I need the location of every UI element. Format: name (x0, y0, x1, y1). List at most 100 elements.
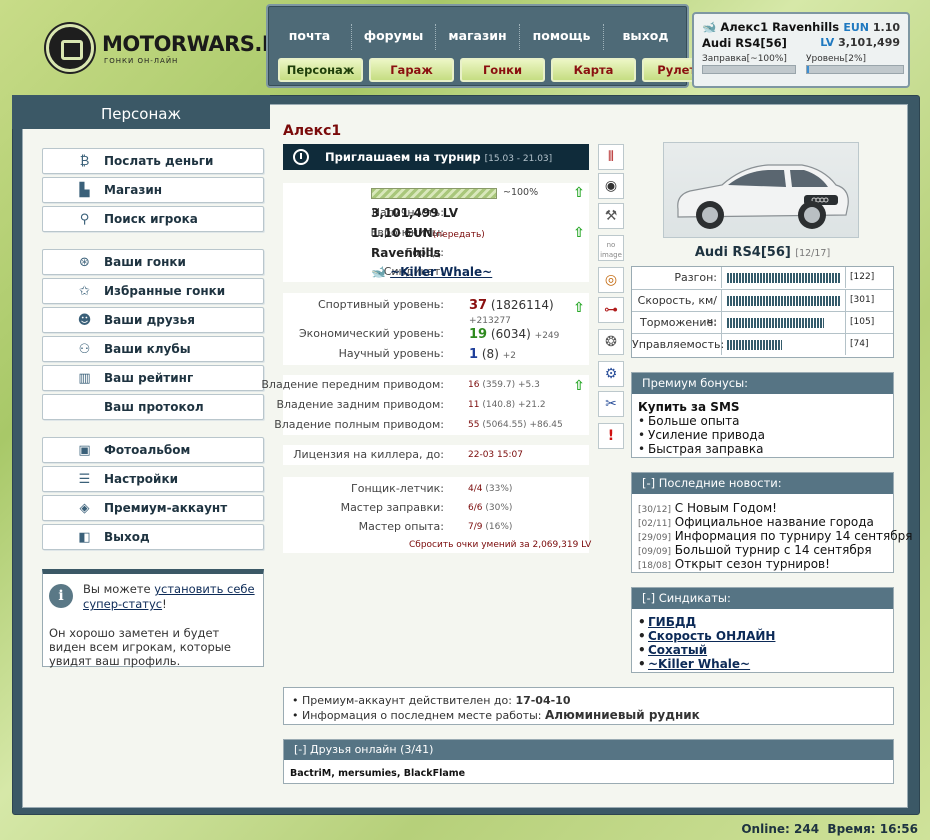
fuel-value: ~100% (503, 187, 539, 198)
syndicate-link[interactable]: Скорость ОНЛАЙН (648, 629, 775, 643)
level-progress-bar (806, 65, 904, 74)
menu-item[interactable]: ⚇ Ваши клубы (42, 336, 264, 362)
tab-character[interactable]: Персонаж (278, 58, 363, 82)
drive-front-label: Владение передним приводом: (261, 378, 444, 391)
menu-item-label: Ваш протокол (104, 400, 204, 414)
search-icon: ⚲ (79, 212, 90, 227)
skill-pilot-label: Гонщик-летчик: (351, 482, 444, 495)
drive-awd-label: Владение полным приводом: (274, 418, 444, 431)
syndicate-link[interactable]: ~Killer Whale~ (648, 657, 750, 671)
drive-front-plus: +5.3 (518, 380, 540, 390)
basic-info-block: Заправка: ~100% ⇧ Наличность: 3,101,499 … (283, 183, 589, 282)
sci-level-label: Научный уровень: (338, 347, 444, 360)
param-value: [301] (845, 290, 889, 311)
site-logo[interactable]: MOTORWARS.RU ГОНКИ ОН-ЛАЙН (46, 24, 295, 74)
menu-item[interactable]: ✩ Избранные гонки (42, 278, 264, 304)
skill-exp-value: 7/9 (468, 522, 483, 532)
param-row-handling: Управляемость: [74] (632, 333, 893, 355)
clock-icon (293, 149, 309, 165)
tab-races[interactable]: Гонки (460, 58, 545, 82)
settings-icon: ☰ (78, 472, 91, 487)
friends-online-title[interactable]: [-] Друзья онлайн (3/41) (284, 740, 893, 760)
top-navigation: почта форумы магазин помощь выход Персон… (266, 4, 727, 88)
menu-item[interactable]: ☰ Настройки (42, 466, 264, 492)
syndicate-link[interactable]: Сохатый (648, 643, 707, 657)
logo-emblem-icon (46, 24, 94, 72)
tab-map[interactable]: Карта (551, 58, 636, 82)
reset-skills-link[interactable]: Сбросить очки умений за 2,069,319 LV (409, 535, 591, 555)
online-label: Online: (741, 822, 790, 836)
menu-item[interactable]: ⚲ Поиск игрока (42, 206, 264, 232)
no-image-icon[interactable]: no image (598, 235, 624, 261)
news-text: Большой турнир с 14 сентября (674, 543, 872, 557)
menu-item-label: Выход (104, 530, 150, 544)
turbo-icon[interactable]: ❂ (598, 329, 624, 355)
news-title[interactable]: [-] Последние новости: (632, 473, 893, 494)
buy-sms-link[interactable]: Купить за SMS (638, 400, 740, 414)
super-status-info-box: i Вы можете установить себе супер-статус… (42, 569, 264, 668)
premium-bonus-title: Премиум бонусы: (632, 373, 893, 394)
car-name[interactable]: Audi RS4[56] (695, 245, 791, 260)
exhaust-icon[interactable]: ⊶ (598, 297, 624, 323)
exit-icon: ◧ (78, 530, 91, 545)
menu-item[interactable]: ▥ Ваш рейтинг (42, 365, 264, 391)
gearbox-icon[interactable]: ⚙ (598, 361, 624, 387)
drive-front-level: 16 (468, 380, 480, 390)
menu-item-label: Ваши клубы (104, 342, 191, 356)
menu-item[interactable]: ⊛ Ваши гонки (42, 249, 264, 275)
time-value: 16:56 (879, 822, 918, 836)
refuel-up-arrow-icon[interactable]: ⇧ (572, 186, 586, 200)
user-car[interactable]: Audi RS4[56] (702, 36, 787, 50)
fuel-bar-large (371, 188, 497, 199)
menu-item[interactable]: ▣ Фотоальбом (42, 437, 264, 463)
license-block: Лицензия на киллера, до: 22-03 15:07 (283, 445, 589, 465)
buy-euro-up-arrow-icon[interactable]: ⇧ (572, 226, 586, 240)
car-image[interactable] (663, 142, 859, 238)
wrench-icon[interactable]: ⚒ (598, 203, 624, 229)
tournament-banner[interactable]: Приглашаем на турнир [15.03 - 21.03] (283, 144, 589, 170)
nav-link-help[interactable]: помощь (519, 24, 603, 50)
footer-status: Online: 244 Время: 16:56 (741, 822, 918, 836)
sci-level-exp: (8) (481, 347, 499, 361)
param-value: [122] (845, 267, 889, 288)
news-item[interactable]: [18/08] Открыт сезон турниров! (638, 557, 830, 573)
syndicate-link[interactable]: ~Killer Whale~ (390, 265, 492, 279)
nav-link-forums[interactable]: форумы (351, 24, 435, 50)
nav-link-shop[interactable]: магазин (435, 24, 519, 50)
tournament-title: Приглашаем на турнир (325, 150, 481, 164)
drive-up-arrow-icon[interactable]: ⇧ (572, 379, 586, 393)
param-value: [74] (845, 334, 889, 355)
menu-item[interactable]: Ваш протокол (42, 394, 264, 420)
info-description: Он хорошо заметен и будет виден всем игр… (49, 626, 231, 668)
nav-link-exit[interactable]: выход (603, 24, 687, 50)
license-label: Лицензия на киллера, до: (293, 448, 444, 461)
shocks-icon[interactable]: ⫴ (598, 144, 624, 170)
syndicate-link[interactable]: ГИБДД (648, 615, 696, 629)
menu-item[interactable]: ◈ Премиум-аккаунт (42, 495, 264, 521)
skill-exp-pct: (16%) (485, 522, 513, 532)
menu-item-label: Избранные гонки (104, 284, 226, 298)
menu-item[interactable]: ☻ Ваши друзья (42, 307, 264, 333)
menu-item-label: Поиск игрока (104, 212, 198, 226)
skill-pilot-value: 4/4 (468, 484, 483, 494)
news-date: [18/08] (638, 561, 671, 571)
menu-item-label: Фотоальбом (104, 443, 191, 457)
menu-item[interactable]: ▙ Магазин (42, 177, 264, 203)
syndicates-title[interactable]: [-] Синдикаты: (632, 588, 893, 609)
drive-rear-level: 11 (468, 400, 480, 410)
menu-item[interactable]: ◧ Выход (42, 524, 264, 550)
param-label: Разгон: (632, 267, 722, 288)
mechanic-icon[interactable]: ✂ (598, 391, 624, 417)
tire-icon[interactable]: ◉ (598, 173, 624, 199)
euro-value: 1.10 EUN (371, 226, 433, 240)
online-count: 244 (794, 822, 820, 836)
menu-item[interactable]: ₿ Послать деньги (42, 148, 264, 174)
transfer-link[interactable]: (передать) (433, 230, 485, 240)
brake-disc-icon[interactable]: ◎ (598, 267, 624, 293)
friends-online-list[interactable]: BactriM, mersumies, BlackFlame (290, 768, 465, 779)
car-picture-icon (677, 164, 849, 229)
warning-icon[interactable]: ! (598, 423, 624, 449)
nav-link-mail[interactable]: почта (268, 24, 351, 50)
tab-garage[interactable]: Гараж (369, 58, 454, 82)
friends-icon: ☻ (77, 313, 92, 328)
